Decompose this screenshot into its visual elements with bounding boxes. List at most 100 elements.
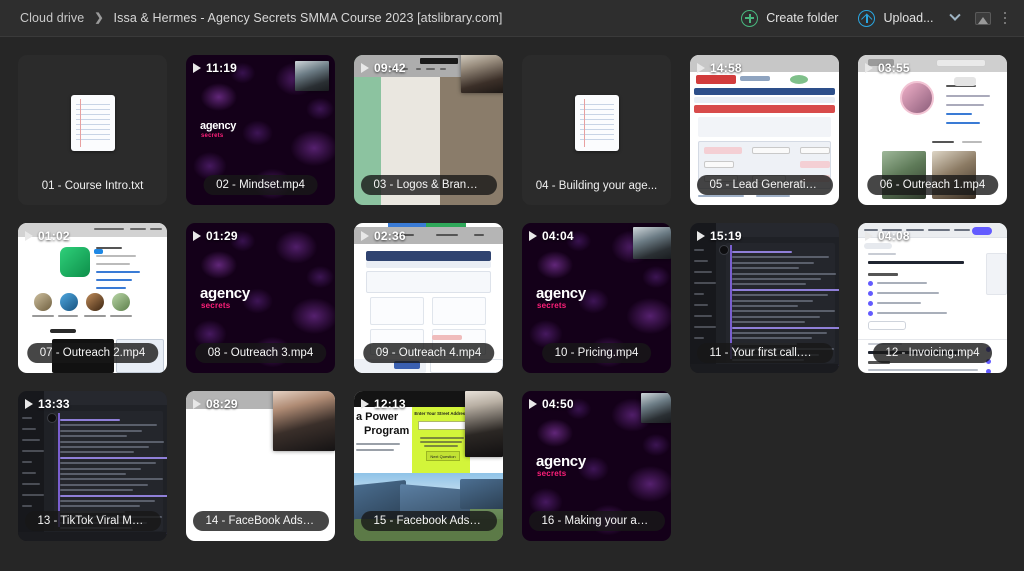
duration-text: 03:55 [878, 61, 910, 75]
chevron-down-icon [948, 9, 961, 21]
upload-label: Upload... [883, 11, 934, 25]
file-card[interactable]: 08:29 14 - FaceBook Ads 1.... [186, 391, 335, 541]
file-name: 02 - Mindset.mp4 [203, 175, 318, 195]
agency-secrets-logo: agency secrets [536, 286, 586, 310]
brand-word-primary: agency [200, 120, 237, 132]
file-card[interactable]: 01:02 07 - Outreach 2.mp4 [18, 223, 167, 373]
view-mode-button[interactable] [966, 8, 1000, 29]
file-grid: 01 - Course Intro.txt agency secrets 11:19 0… [18, 55, 1008, 541]
upload-options-dropdown[interactable] [944, 9, 966, 26]
brand-word-primary: agency [536, 453, 586, 470]
duration-text: 14:58 [710, 61, 742, 75]
file-card[interactable]: 01 - Course Intro.txt [18, 55, 167, 205]
lander-heading-secondary: Program [364, 425, 410, 437]
upload-circle-icon [858, 9, 876, 27]
video-duration-badge: 14:58 [697, 61, 742, 75]
play-icon [193, 399, 201, 409]
file-card[interactable]: 15:19 11 - Your first call.mp4 [690, 223, 839, 373]
play-icon [865, 231, 873, 241]
file-card[interactable]: 09:42 03 - Logos & Brandin... [354, 55, 503, 205]
file-card[interactable]: agency secrets 04:50 16 - Making your age..… [522, 391, 671, 541]
play-icon [361, 231, 369, 241]
webcam-inset [633, 227, 671, 259]
file-card[interactable]: 04:08 12 - Invoicing.mp4 [858, 223, 1007, 373]
play-icon [529, 231, 537, 241]
brand-word-secondary: secrets [537, 301, 567, 310]
file-name: 05 - Lead Generation.... [696, 175, 833, 195]
video-duration-badge: 01:29 [193, 229, 238, 243]
play-icon [193, 231, 201, 241]
webcam-inset [641, 393, 671, 423]
play-icon [193, 63, 201, 73]
video-duration-badge: 11:19 [193, 61, 237, 75]
brand-word-secondary: secrets [201, 133, 224, 139]
duration-text: 01:02 [38, 229, 70, 243]
lander-heading-primary: a Power [356, 411, 399, 423]
file-name: 01 - Course Intro.txt [41, 180, 144, 192]
duration-text: 12:13 [374, 397, 406, 411]
file-name: 16 - Making your age... [528, 511, 665, 531]
lander-cta-button[interactable]: Next Question [426, 451, 460, 461]
lander-form-title: Enter Your Street Address [414, 411, 468, 416]
brand-word-primary: agency [536, 285, 586, 302]
file-card[interactable]: 04 - Building your age... [522, 55, 671, 205]
duration-text: 04:50 [542, 397, 574, 411]
play-icon [361, 399, 369, 409]
breadcrumb-current-folder[interactable]: Issa & Hermes - Agency Secrets SMMA Cour… [114, 11, 503, 25]
breadcrumb-separator-icon: ❯ [94, 11, 104, 24]
kebab-menu-icon [1003, 11, 1006, 15]
file-card[interactable]: 13:33 13 - TikTok Viral Meth... [18, 391, 167, 541]
file-name: 09 - Outreach 4.mp4 [362, 343, 495, 363]
file-card[interactable]: agency secrets 01:29 08 - Outreach 3.mp4 [186, 223, 335, 373]
webcam-inset [465, 391, 503, 457]
file-card[interactable]: 03:55 06 - Outreach 1.mp4 [858, 55, 1007, 205]
image-view-icon [974, 11, 991, 25]
brand-word-secondary: secrets [201, 301, 231, 310]
app-header: Cloud drive ❯ Issa & Hermes - Agency Sec… [0, 0, 1024, 37]
video-duration-badge: 15:19 [697, 229, 742, 243]
video-duration-badge: 04:04 [529, 229, 574, 243]
file-name: 04 - Building your age... [535, 180, 658, 192]
play-icon [25, 399, 33, 409]
file-card[interactable]: a Power Program Enter Your Street Address N… [354, 391, 503, 541]
agency-secrets-logo: agency secrets [200, 120, 237, 140]
breadcrumb: Cloud drive ❯ Issa & Hermes - Agency Sec… [0, 11, 503, 25]
agency-secrets-logo: agency secrets [536, 454, 586, 478]
duration-text: 04:08 [878, 229, 910, 243]
duration-text: 08:29 [206, 397, 238, 411]
play-icon [529, 399, 537, 409]
file-name: 10 - Pricing.mp4 [541, 343, 652, 363]
play-icon [865, 63, 873, 73]
play-icon [361, 63, 369, 73]
file-name: 12 - Invoicing.mp4 [872, 343, 993, 363]
text-document-icon [70, 95, 115, 151]
video-duration-badge: 09:42 [361, 61, 406, 75]
file-card[interactable]: 14:58 05 - Lead Generation.... [690, 55, 839, 205]
video-duration-badge: 04:08 [865, 229, 910, 243]
upload-button[interactable]: Upload... [848, 6, 943, 31]
file-name: 13 - TikTok Viral Meth... [24, 511, 161, 531]
duration-text: 13:33 [38, 397, 70, 411]
brand-word-primary: agency [200, 285, 250, 302]
duration-text: 01:29 [206, 229, 238, 243]
duration-text: 11:19 [206, 61, 238, 75]
file-name: 03 - Logos & Brandin... [360, 175, 497, 195]
plus-circle-icon [741, 9, 759, 27]
brand-word-secondary: secrets [537, 469, 567, 478]
file-card[interactable]: 02:36 09 - Outreach 4.mp4 [354, 223, 503, 373]
text-document-icon [574, 95, 619, 151]
video-duration-badge: 03:55 [865, 61, 910, 75]
header-toolbar: Create folder Upload... [731, 6, 1024, 31]
video-duration-badge: 08:29 [193, 397, 238, 411]
breadcrumb-root[interactable]: Cloud drive [20, 11, 84, 25]
more-options-button[interactable] [1000, 8, 1015, 29]
file-card[interactable]: agency secrets 11:19 02 - Mindset.mp4 [186, 55, 335, 205]
webcam-inset [273, 391, 335, 451]
video-duration-badge: 01:02 [25, 229, 70, 243]
agency-secrets-logo: agency secrets [200, 286, 250, 310]
create-folder-button[interactable]: Create folder [731, 6, 848, 31]
file-card[interactable]: agency secrets 04:04 10 - Pricing.mp4 [522, 223, 671, 373]
file-name: 15 - Facebook Ads 2.... [360, 511, 497, 531]
file-name: 06 - Outreach 1.mp4 [866, 175, 999, 195]
play-icon [25, 231, 33, 241]
